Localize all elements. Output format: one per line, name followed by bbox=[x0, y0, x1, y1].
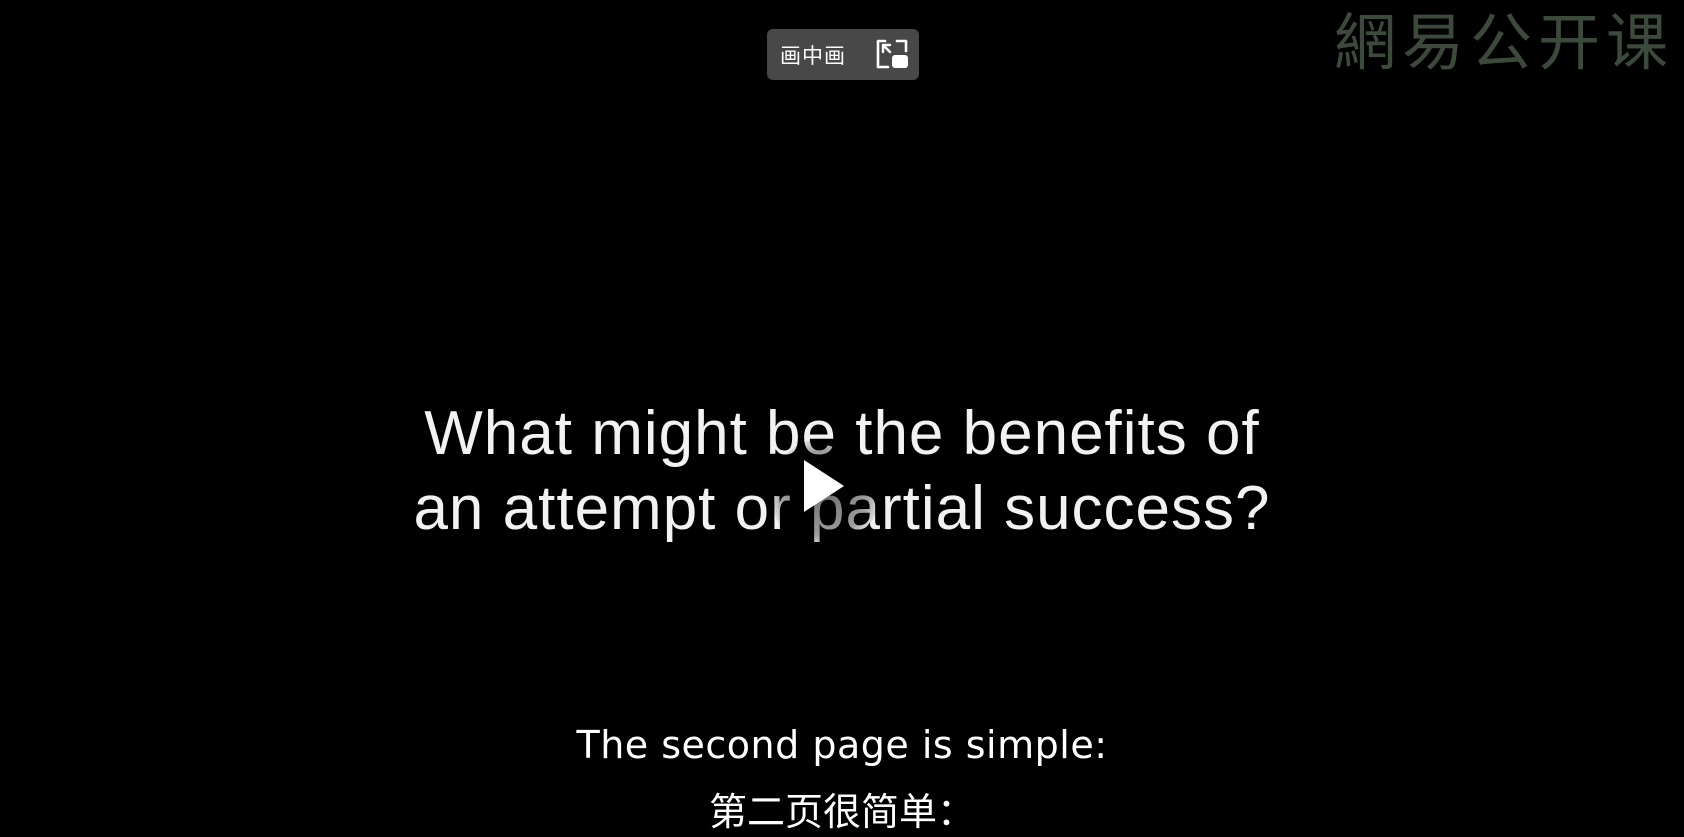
pip-label: 画中画 bbox=[780, 43, 846, 68]
netease-open-course-watermark: 網易公开课 bbox=[1333, 6, 1674, 79]
subtitle-chinese: 第二页很简单： bbox=[708, 790, 975, 834]
play-icon bbox=[804, 460, 844, 512]
picture-in-picture-icon bbox=[876, 39, 908, 69]
play-button[interactable] bbox=[770, 438, 880, 548]
video-player[interactable]: 画中画 網易公开课 What might be the benefits of … bbox=[0, 0, 1684, 837]
picture-in-picture-button[interactable]: 画中画 bbox=[767, 29, 919, 80]
subtitle-english: The second page is simple: bbox=[576, 723, 1108, 767]
